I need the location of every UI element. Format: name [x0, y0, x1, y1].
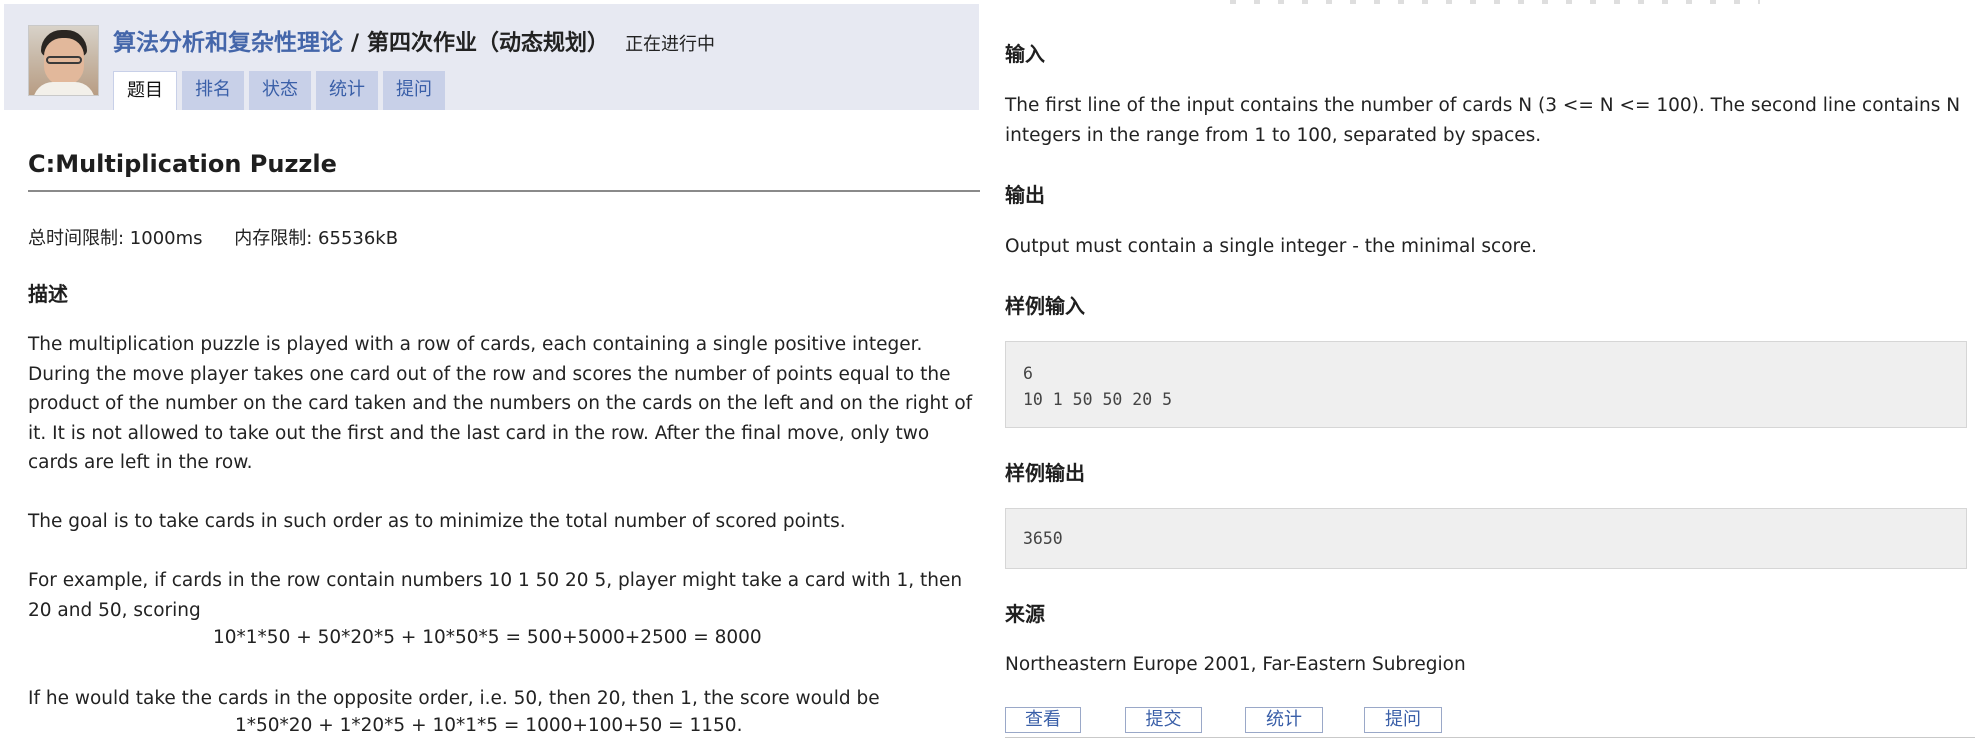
- tab-statistics[interactable]: 统计: [316, 71, 378, 110]
- sample-input-block: 6 10 1 50 50 20 5: [1005, 341, 1967, 428]
- avatar: [28, 25, 99, 96]
- description-paragraph-1: The multiplication puzzle is played with…: [28, 334, 973, 473]
- sample-output-block: 3650: [1005, 508, 1967, 569]
- ask-button[interactable]: 提问: [1364, 707, 1442, 733]
- status-badge: 正在进行中: [625, 34, 716, 55]
- tab-questions[interactable]: 提问: [383, 71, 445, 110]
- sample-output-heading: 样例输出: [1005, 461, 1085, 485]
- submit-button[interactable]: 提交: [1125, 707, 1202, 733]
- description-paragraph-3: For example, if cards in the row contain…: [28, 570, 963, 621]
- time-limit: 总时间限制: 1000ms: [28, 228, 203, 249]
- tab-bar: 题目 排名 状态 统计 提问: [113, 71, 450, 110]
- memory-limit: 内存限制: 65536kB: [234, 228, 399, 249]
- source-heading: 来源: [1005, 602, 1045, 626]
- sample-input-line: 6: [1023, 364, 1033, 383]
- page-title: C:Multiplication Puzzle: [28, 150, 337, 178]
- course-link[interactable]: 算法分析和复杂性理论: [113, 23, 343, 57]
- output-description: Output must contain a single integer - t…: [1005, 236, 1537, 257]
- source-text: Northeastern Europe 2001, Far-Eastern Su…: [1005, 654, 1466, 675]
- output-heading: 输出: [1005, 183, 1045, 207]
- view-button[interactable]: 查看: [1005, 707, 1081, 733]
- input-description: The first line of the input contains the…: [1005, 95, 1961, 146]
- sample-input-heading: 样例输入: [1005, 294, 1085, 318]
- sample-output-value: 3650: [1023, 529, 1063, 548]
- breadcrumb: 算法分析和复杂性理论 / 第四次作业（动态规划） 正在进行中: [113, 23, 715, 57]
- limits-line: 总时间限制: 1000ms 内存限制: 65536kB: [28, 224, 398, 250]
- formula-2: 1*50*20 + 1*20*5 + 10*1*5 = 1000+100+50 …: [235, 715, 743, 736]
- formula-1: 10*1*50 + 50*20*5 + 10*50*5 = 500+5000+2…: [213, 627, 762, 648]
- title-divider: [28, 190, 980, 192]
- bottom-divider: [1005, 737, 1975, 738]
- tab-ranking[interactable]: 排名: [182, 71, 244, 110]
- input-heading: 输入: [1005, 42, 1045, 66]
- breadcrumb-separator: /: [351, 31, 360, 56]
- left-panel: 算法分析和复杂性理论 / 第四次作业（动态规划） 正在进行中 题目 排名 状态 …: [0, 0, 980, 753]
- tab-problem[interactable]: 题目: [113, 71, 177, 110]
- description-paragraph-2: The goal is to take cards in such order …: [28, 511, 846, 532]
- sample-input-line: 10 1 50 50 20 5: [1023, 390, 1173, 409]
- top-dotted-divider: [1230, 0, 1760, 4]
- statistics-button[interactable]: 统计: [1245, 707, 1323, 733]
- tab-status[interactable]: 状态: [249, 71, 311, 110]
- assignment-title: 第四次作业（动态规划）: [367, 31, 610, 56]
- description-paragraph-4: If he would take the cards in the opposi…: [28, 688, 880, 709]
- description-heading: 描述: [28, 282, 68, 306]
